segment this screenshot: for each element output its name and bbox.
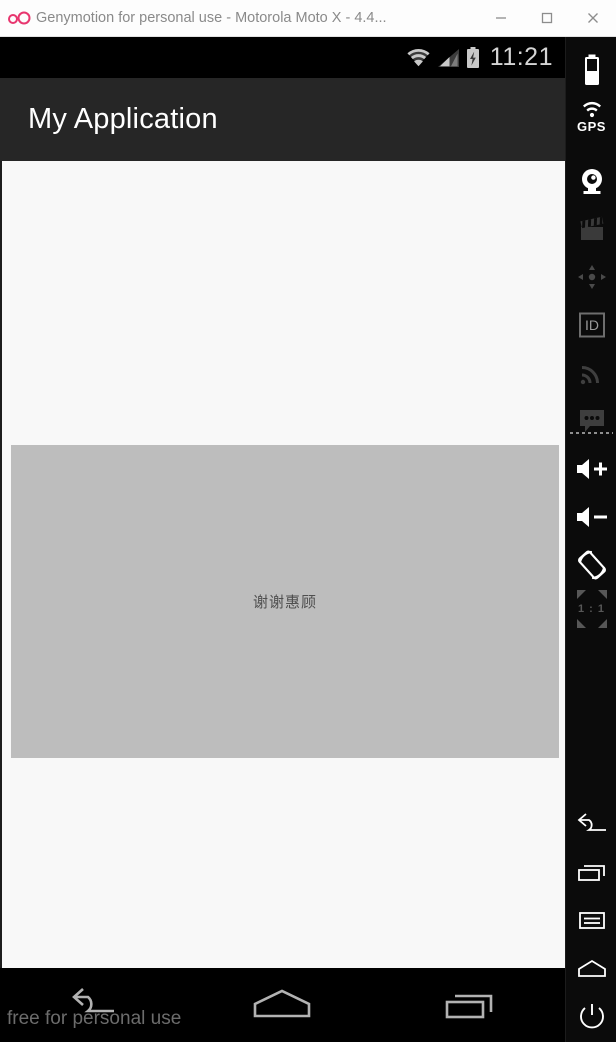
panel-text: 谢谢惠顾 [252,594,317,611]
window-titlebar: Genymotion for personal use - Motorola M… [0,0,616,37]
battery-widget-icon[interactable] [566,49,616,93]
screencast-widget-icon[interactable] [566,207,616,251]
scale-label: 1 : 1 [577,603,605,615]
android-navigation-bar: free for personal use [0,968,565,1042]
dpad-widget-icon[interactable] [566,255,616,299]
window-controls [478,0,616,37]
volume-up-button[interactable] [566,447,616,491]
back-button[interactable] [566,803,616,847]
toolbar-divider [570,432,613,434]
close-button[interactable] [570,0,616,37]
rotate-button[interactable] [566,543,616,587]
home-button[interactable] [566,947,616,991]
camera-widget-icon[interactable] [566,159,616,203]
content-panel[interactable]: 谢谢惠顾 [11,445,559,758]
svg-text:ID: ID [585,317,599,333]
nav-back-button[interactable] [0,968,188,1042]
status-bar-clock: 11:21 [489,43,553,71]
android-status-bar: 11:21 [0,37,565,78]
app-action-bar: My Application [0,78,565,161]
app-title: My Application [28,103,218,135]
identifiers-widget-icon[interactable]: ID [566,303,616,347]
volume-down-button[interactable] [566,495,616,539]
device-screen[interactable]: 11:21 My Application 谢谢惠顾 free for perso… [0,37,565,1042]
app-content-area: 谢谢惠顾 [0,161,565,968]
nav-home-button[interactable] [188,968,376,1042]
genymotion-window: Genymotion for personal use - Motorola M… [0,0,616,1042]
battery-charging-icon [466,46,480,69]
scale-one-to-one-button[interactable]: 1 : 1 [566,589,616,629]
gps-label: GPS [577,118,606,134]
recent-apps-button[interactable] [566,851,616,895]
genymotion-logo-icon [0,10,34,26]
minimize-button[interactable] [478,0,524,37]
menu-button[interactable] [566,899,616,943]
gps-widget-icon[interactable]: GPS [566,95,616,139]
status-bar-icons [405,46,480,69]
power-button[interactable] [566,995,616,1039]
cellular-signal-icon [437,48,460,68]
nav-recents-button[interactable] [377,968,565,1042]
window-title: Genymotion for personal use - Motorola M… [36,10,387,26]
genymotion-toolbar: GPS ID 1: 1 [565,37,616,1042]
network-widget-icon[interactable] [566,351,616,395]
sms-widget-icon[interactable] [566,399,616,443]
maximize-button[interactable] [524,0,570,37]
wifi-icon [405,48,432,68]
